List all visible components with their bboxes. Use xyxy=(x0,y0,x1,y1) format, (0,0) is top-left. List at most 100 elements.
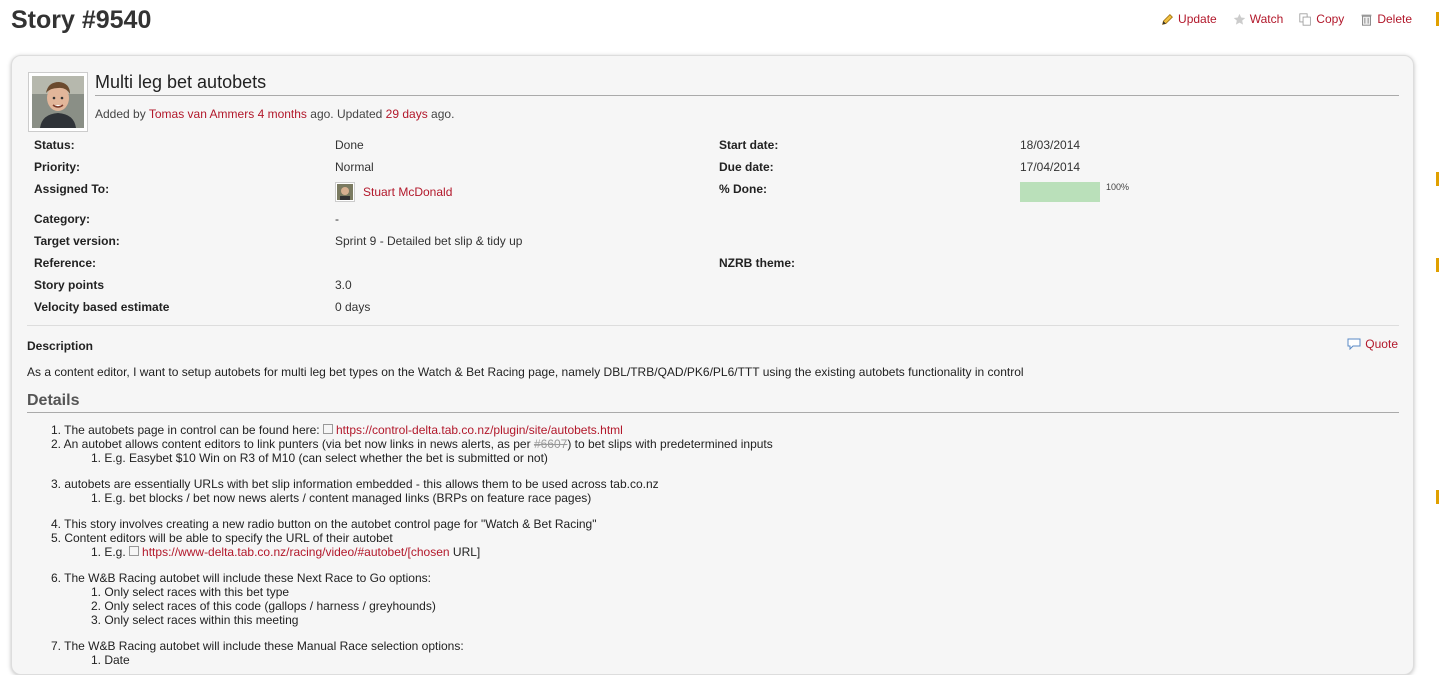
attr-row: Reference: NZRB theme: xyxy=(34,256,1404,278)
item-number: 1. xyxy=(50,423,61,437)
item-text: This story involves creating a new radio… xyxy=(64,517,597,531)
list-item: 2. Only select races of this code (gallo… xyxy=(27,599,436,613)
external-link-icon xyxy=(322,424,333,434)
author-suffix: ago. xyxy=(431,107,455,121)
list-item: 3. autobets are essentially URLs with be… xyxy=(27,477,659,491)
category-value: - xyxy=(335,212,339,226)
description-text: As a content editor, I want to setup aut… xyxy=(27,365,1024,379)
subject-title: Multi leg bet autobets xyxy=(95,72,267,92)
item-number: 2. xyxy=(50,437,61,451)
velocity-value: 0 days xyxy=(335,300,371,314)
star-icon xyxy=(1233,13,1246,25)
added-ago-link[interactable]: 4 months xyxy=(258,107,307,121)
item-number: 3. xyxy=(50,477,61,491)
copy-label: Copy xyxy=(1316,12,1345,26)
target-version-label: Target version: xyxy=(34,234,120,248)
update-button[interactable]: Update xyxy=(1161,12,1217,26)
progress-fill xyxy=(1020,182,1100,202)
author-mid: ago. Updated xyxy=(310,107,383,121)
updated-ago-link[interactable]: 29 days xyxy=(386,107,428,121)
attr-row: Status: Done Start date: 18/03/2014 xyxy=(34,138,1404,160)
copy-button[interactable]: Copy xyxy=(1299,12,1344,26)
pencil-icon xyxy=(1162,13,1173,25)
item-text: autobets are essentially URLs with bet s… xyxy=(64,477,659,491)
category-label: Category: xyxy=(34,212,91,226)
speech-bubble-icon xyxy=(1347,338,1361,350)
update-label: Update xyxy=(1178,12,1217,26)
item-number: 6. xyxy=(50,571,61,585)
assignee: Stuart McDonald xyxy=(335,182,452,202)
page-title: Story #9540 xyxy=(11,6,152,34)
autobets-link[interactable]: https://control-delta.tab.co.nz/plugin/s… xyxy=(336,423,623,437)
item-text: Only select races with this bet type xyxy=(104,585,290,599)
item-text: The W&B Racing autobet will include thes… xyxy=(64,639,464,653)
trash-icon xyxy=(1361,14,1372,26)
item-text: Only select races within this meeting xyxy=(104,613,299,627)
details-heading: Details xyxy=(27,392,1399,413)
issue-box: Multi leg bet autobets Added by Tomas va… xyxy=(11,55,1414,675)
autobet-url-link[interactable]: https://www-delta.tab.co.nz/racing/video… xyxy=(142,545,450,559)
target-version-link[interactable]: Sprint 9 - Detailed bet slip & tidy up xyxy=(335,234,522,248)
author-link[interactable]: Tomas van Ammers xyxy=(149,107,254,121)
list-item: 7. The W&B Racing autobet will include t… xyxy=(27,639,464,653)
item-text: E.g. xyxy=(104,545,126,559)
item-number: 7. xyxy=(50,639,61,653)
priority-label: Priority: xyxy=(34,160,81,174)
progress-percent: 100% xyxy=(1106,182,1130,192)
status-value: Done xyxy=(335,138,364,152)
list-item: 3. Only select races within this meeting xyxy=(27,613,298,627)
assignee-link[interactable]: Stuart McDonald xyxy=(363,185,452,199)
author-line: Added by Tomas van Ammers 4 months ago. … xyxy=(95,107,454,121)
item-number: 4. xyxy=(50,517,61,531)
item-text: URL] xyxy=(452,545,481,559)
assigned-to-label: Assigned To: xyxy=(34,182,110,196)
quote-label: Quote xyxy=(1365,337,1398,351)
list-item: 4. This story involves creating a new ra… xyxy=(27,517,597,531)
due-date-label: Due date: xyxy=(719,160,774,174)
attr-row: Assigned To: Stuart McDonald % Done: 100… xyxy=(34,182,1404,212)
item-text: E.g. bet blocks / bet now news alerts / … xyxy=(104,491,592,505)
reference-label: Reference: xyxy=(34,256,97,270)
item-text: Only select races of this code (gallops … xyxy=(104,599,436,613)
delete-button[interactable]: Delete xyxy=(1360,12,1412,26)
item-text: Content editors will be able to specify … xyxy=(64,531,393,545)
quote-button[interactable]: Quote xyxy=(1347,337,1398,351)
start-date-value: 18/03/2014 xyxy=(1020,138,1081,152)
item-number: 1. xyxy=(90,545,101,559)
item-number: 3. xyxy=(90,613,101,627)
external-link-icon xyxy=(129,546,140,556)
item-number: 1. xyxy=(90,491,101,505)
author-prefix: Added by xyxy=(95,107,146,121)
attr-row: Story points 3.0 xyxy=(34,278,1404,300)
due-date-value: 17/04/2014 xyxy=(1020,160,1081,174)
item-text: An autobet allows content editors to lin… xyxy=(63,437,531,451)
list-item: 6. The W&B Racing autobet will include t… xyxy=(27,571,431,585)
sidebar-edge xyxy=(1436,0,1442,661)
contextual-actions: Update Watch Copy Delete xyxy=(1161,12,1412,26)
watch-button[interactable]: Watch xyxy=(1233,12,1283,26)
start-date-label: Start date: xyxy=(719,138,779,152)
item-text: E.g. Easybet $10 Win on R3 of M10 (can s… xyxy=(104,451,548,465)
nzrb-theme-label: NZRB theme: xyxy=(719,256,796,270)
story-points-value: 3.0 xyxy=(335,278,352,292)
attr-row: Category: - xyxy=(34,212,1404,234)
delete-label: Delete xyxy=(1377,12,1412,26)
attr-row: Target version: Sprint 9 - Detailed bet … xyxy=(34,234,1404,256)
story-points-label: Story points xyxy=(34,278,105,292)
description-label: Description xyxy=(27,339,94,353)
status-label: Status: xyxy=(34,138,75,152)
list-item: 1. Date xyxy=(27,653,130,667)
list-item: 1. E.g. Easybet $10 Win on R3 of M10 (ca… xyxy=(27,451,548,465)
attr-row: Velocity based estimate 0 days xyxy=(34,300,1404,322)
velocity-label: Velocity based estimate xyxy=(34,300,170,314)
divider xyxy=(27,325,1399,326)
copy-icon xyxy=(1299,12,1312,26)
list-item: 1. Only select races with this bet type xyxy=(27,585,289,599)
item-number: 5. xyxy=(50,531,61,545)
list-item: 1. E.g. https://www-delta.tab.co.nz/raci… xyxy=(27,545,480,559)
attributes-table: Status: Done Start date: 18/03/2014 Prio… xyxy=(34,138,1404,322)
issue-ref-link[interactable]: #6607 xyxy=(534,437,567,451)
item-text: Date xyxy=(104,653,130,667)
list-item: 2. An autobet allows content editors to … xyxy=(27,437,773,451)
progress: 100% xyxy=(1020,182,1129,202)
